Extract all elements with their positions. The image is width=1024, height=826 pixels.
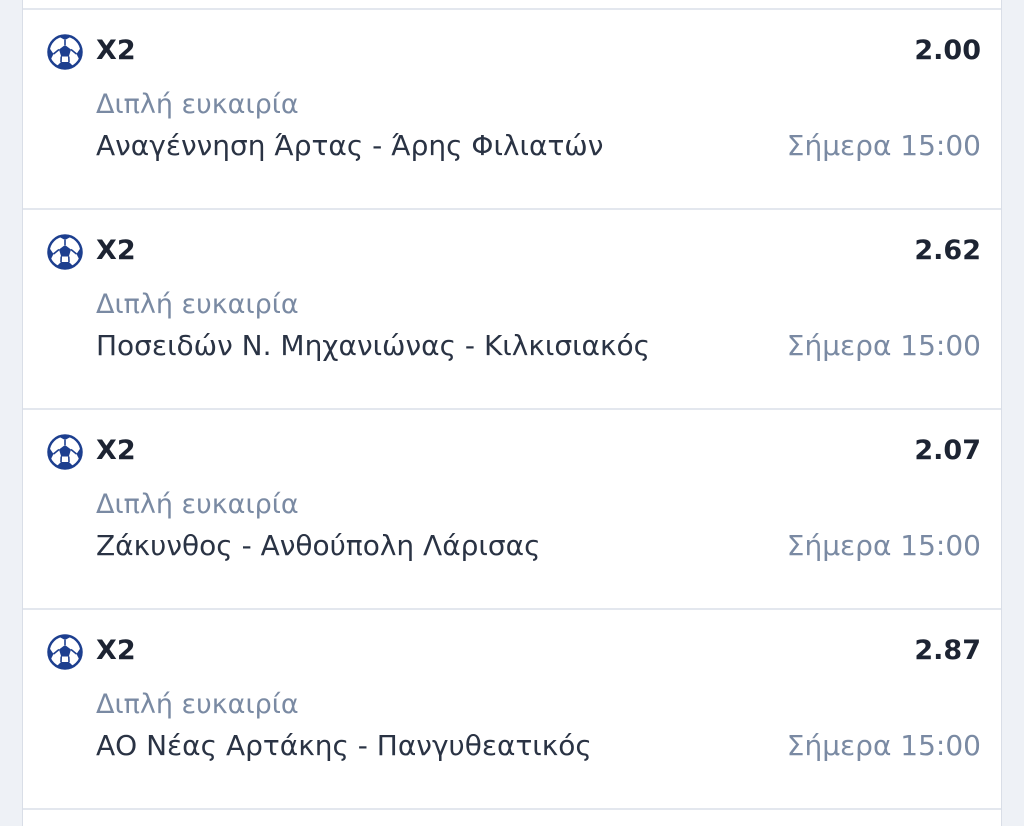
- bet-list: X2 2.00 Διπλή ευκαιρία Αναγέννηση Άρτας …: [22, 0, 1002, 826]
- odds-value: 2.87: [914, 635, 981, 666]
- selection-label: X2: [96, 235, 136, 266]
- market-label: Διπλή ευκαιρία: [96, 689, 299, 720]
- event-time: Σήμερα 15:00: [786, 329, 981, 362]
- event-time: Σήμερα 15:00: [786, 729, 981, 762]
- selection-label: X2: [96, 35, 136, 66]
- event-time: Σήμερα 15:00: [786, 129, 981, 162]
- odds-value: 2.07: [914, 435, 981, 466]
- football-icon: [47, 234, 83, 270]
- football-icon: [47, 634, 83, 670]
- event-name: Ζάκυνθος - Ανθούπολη Λάρισας: [96, 529, 541, 562]
- market-label: Διπλή ευκαιρία: [96, 489, 299, 520]
- football-icon: [47, 34, 83, 70]
- bet-item[interactable]: X2 2.87 Διπλή ευκαιρία ΑΟ Νέας Αρτάκης -…: [23, 610, 1001, 810]
- odds-value: 2.62: [914, 235, 981, 266]
- bet-item[interactable]: X2 2.07 Διπλή ευκαιρία Ζάκυνθος - Ανθούπ…: [23, 410, 1001, 610]
- event-name: Ποσειδών Ν. Μηχανιώνας - Κιλκισιακός: [96, 329, 651, 362]
- selection-label: X2: [96, 435, 136, 466]
- football-icon: [47, 434, 83, 470]
- market-label: Διπλή ευκαιρία: [96, 89, 299, 120]
- odds-value: 2.00: [914, 35, 981, 66]
- event-name: Αναγέννηση Άρτας - Άρης Φιλιατών: [96, 129, 604, 162]
- event-name: ΑΟ Νέας Αρτάκης - Πανγυθεατικός: [96, 729, 592, 762]
- bet-item[interactable]: X2 2.62 Διπλή ευκαιρία Ποσειδών Ν. Μηχαν…: [23, 210, 1001, 410]
- selection-label: X2: [96, 635, 136, 666]
- bet-item[interactable]: X2 2.00 Διπλή ευκαιρία Αναγέννηση Άρτας …: [23, 10, 1001, 210]
- market-label: Διπλή ευκαιρία: [96, 289, 299, 320]
- event-time: Σήμερα 15:00: [786, 529, 981, 562]
